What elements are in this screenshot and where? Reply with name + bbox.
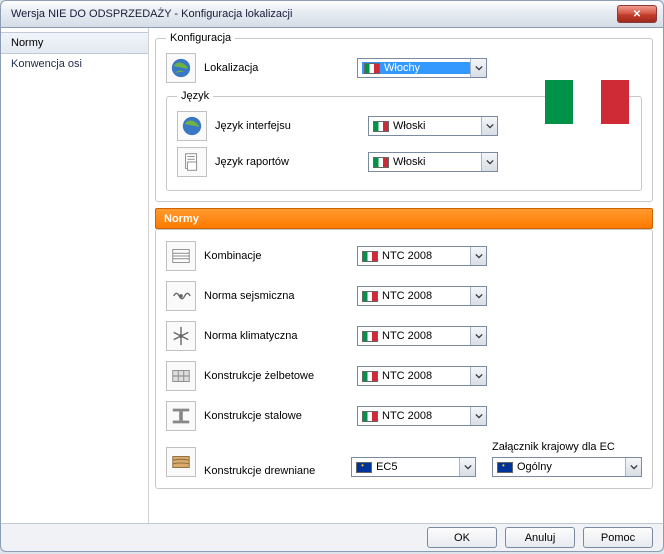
- close-button[interactable]: ✕: [617, 5, 657, 23]
- titlebar: Wersja NIE DO ODSPRZEDAŻY - Konfiguracja…: [0, 0, 664, 28]
- chevron-down-icon: [470, 247, 486, 265]
- timber-value: EC5: [376, 461, 459, 473]
- ui-language-combo[interactable]: Włoski: [368, 116, 498, 136]
- steel-label: Konstrukcje stalowe: [204, 410, 349, 422]
- chevron-down-icon: [481, 153, 497, 171]
- seismic-icon: [166, 281, 196, 311]
- localization-label: Lokalizacja: [204, 62, 349, 74]
- flag-italy-icon: [373, 157, 389, 168]
- window-title: Wersja NIE DO ODSPRZEDAŻY - Konfiguracja…: [11, 8, 292, 20]
- concrete-icon: [166, 361, 196, 391]
- combinations-combo[interactable]: NTC 2008: [357, 246, 487, 266]
- ec-annex-label: Załącznik krajowy dla EC: [492, 441, 642, 453]
- chevron-down-icon: [459, 458, 475, 476]
- timber-icon: [166, 447, 196, 477]
- dialog-button-row: OK Anuluj Pomoc: [0, 523, 664, 552]
- norms-body: Kombinacje NTC 2008 Norma sejsmiczna NTC: [155, 229, 653, 489]
- chevron-down-icon: [470, 287, 486, 305]
- chevron-down-icon: [470, 59, 486, 77]
- steel-value: NTC 2008: [382, 410, 470, 422]
- norms-header: Normy: [155, 208, 653, 229]
- flag-italy-icon: [362, 331, 378, 342]
- ok-button[interactable]: OK: [427, 527, 497, 548]
- chevron-down-icon: [470, 367, 486, 385]
- sidebar-item-label: Konwencja osi: [11, 58, 82, 70]
- document-icon: [177, 147, 207, 177]
- sidebar-item-konwencja-osi[interactable]: Konwencja osi: [1, 54, 148, 74]
- climate-label: Norma klimatyczna: [204, 330, 349, 342]
- flag-italy-icon: [362, 291, 378, 302]
- help-button[interactable]: Pomoc: [583, 527, 653, 548]
- timber-combo[interactable]: EC5: [351, 457, 476, 477]
- globe-icon: [166, 53, 196, 83]
- ec-annex-combo[interactable]: Ogólny: [492, 457, 642, 477]
- ui-language-label: Język interfejsu: [215, 120, 360, 132]
- combinations-icon: [166, 241, 196, 271]
- sidebar-item-label: Normy: [11, 37, 43, 49]
- flag-italy-icon: [362, 251, 378, 262]
- seismic-combo[interactable]: NTC 2008: [357, 286, 487, 306]
- climate-combo[interactable]: NTC 2008: [357, 326, 487, 346]
- language-legend: Język: [177, 90, 213, 102]
- steel-icon: [166, 401, 196, 431]
- localization-value: Włochy: [384, 62, 468, 74]
- timber-label: Konstrukcje drewniane: [204, 465, 343, 477]
- chevron-down-icon: [481, 117, 497, 135]
- climate-icon: [166, 321, 196, 351]
- combinations-value: NTC 2008: [382, 250, 470, 262]
- globe-icon: [177, 111, 207, 141]
- cancel-button[interactable]: Anuluj: [505, 527, 575, 548]
- chevron-down-icon: [470, 327, 486, 345]
- seismic-label: Norma sejsmiczna: [204, 290, 349, 302]
- concrete-label: Konstrukcje żelbetowe: [204, 370, 349, 382]
- localization-combo[interactable]: Włochy: [357, 58, 487, 78]
- flag-italy-icon: [373, 121, 389, 132]
- ui-language-value: Włoski: [393, 120, 481, 132]
- country-flag-large: [545, 80, 629, 124]
- concrete-combo[interactable]: NTC 2008: [357, 366, 487, 386]
- seismic-value: NTC 2008: [382, 290, 470, 302]
- flag-eu-icon: [497, 462, 513, 473]
- flag-italy-icon: [362, 411, 378, 422]
- report-language-value: Włoski: [393, 156, 481, 168]
- ec-annex-value: Ogólny: [517, 461, 625, 473]
- sidebar: Normy Konwencja osi: [1, 28, 149, 523]
- flag-eu-icon: [356, 462, 372, 473]
- close-icon: ✕: [633, 9, 641, 20]
- steel-combo[interactable]: NTC 2008: [357, 406, 487, 426]
- climate-value: NTC 2008: [382, 330, 470, 342]
- chevron-down-icon: [470, 407, 486, 425]
- config-legend: Konfiguracja: [166, 32, 235, 44]
- flag-italy-icon: [364, 63, 380, 74]
- concrete-value: NTC 2008: [382, 370, 470, 382]
- chevron-down-icon: [625, 458, 641, 476]
- flag-italy-icon: [362, 371, 378, 382]
- sidebar-item-normy[interactable]: Normy: [1, 32, 148, 54]
- report-language-combo[interactable]: Włoski: [368, 152, 498, 172]
- combinations-label: Kombinacje: [204, 250, 349, 262]
- report-language-label: Język raportów: [215, 156, 360, 168]
